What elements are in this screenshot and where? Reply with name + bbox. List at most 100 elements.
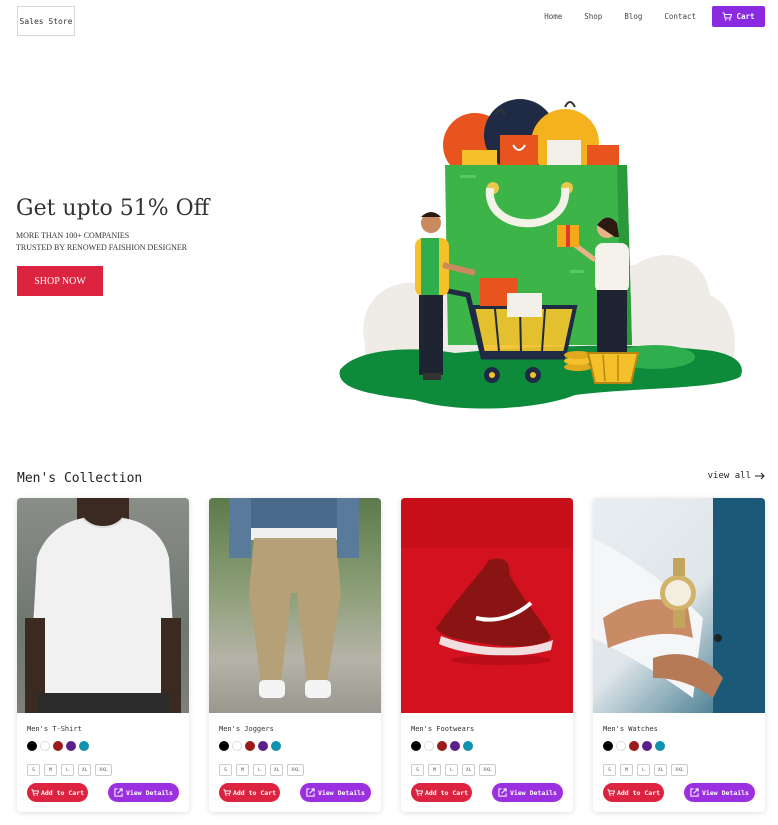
color-swatch[interactable] (258, 741, 268, 751)
view-details-label: View Details (510, 788, 557, 797)
color-swatch[interactable] (27, 741, 37, 751)
cart-icon (31, 789, 39, 796)
view-details-button[interactable]: View Details (492, 783, 563, 802)
size-options: S M L XL XXL (27, 764, 112, 776)
color-swatch[interactable] (437, 741, 447, 751)
color-swatches (603, 741, 665, 751)
external-link-icon (114, 788, 123, 797)
color-swatch[interactable] (450, 741, 460, 751)
view-all-label: view all (707, 471, 751, 481)
size-l[interactable]: L (61, 764, 74, 776)
view-details-button[interactable]: View Details (108, 783, 179, 802)
view-details-button[interactable]: View Details (684, 783, 755, 802)
joggers-art (229, 498, 359, 698)
color-swatch[interactable] (40, 741, 50, 751)
color-swatch[interactable] (616, 741, 626, 751)
nav-blog[interactable]: Blog (624, 12, 642, 21)
add-to-cart-label: Add to Cart (616, 788, 661, 797)
size-s[interactable]: S (603, 764, 616, 776)
color-swatch[interactable] (79, 741, 89, 751)
joggers-photo[interactable] (209, 498, 381, 713)
size-m[interactable]: M (428, 764, 441, 776)
cart-icon (722, 12, 733, 21)
size-xxl[interactable]: XXL (287, 764, 304, 776)
view-details-label: View Details (702, 788, 749, 797)
color-swatch[interactable] (603, 741, 613, 751)
cart-button[interactable]: Cart (712, 5, 765, 27)
sneaker-art (401, 498, 573, 665)
size-options: S M L XL XXL (411, 764, 496, 776)
size-s[interactable]: S (27, 764, 40, 776)
product-name[interactable]: Men's Footwears (411, 725, 474, 733)
arrow-right-icon (755, 472, 765, 480)
hero-subtitle-line-2: TRUSTED BY RENOWED FAISHION DESIGNER (16, 243, 188, 252)
tshirt-art (25, 498, 181, 713)
cart-icon (607, 789, 615, 796)
size-xxl[interactable]: XXL (479, 764, 496, 776)
nav-home[interactable]: Home (544, 12, 562, 21)
size-xl[interactable]: XL (462, 764, 476, 776)
external-link-icon (690, 788, 699, 797)
size-l[interactable]: L (253, 764, 266, 776)
view-all-link[interactable]: view all (708, 471, 765, 481)
size-xxl[interactable]: XXL (671, 764, 688, 776)
external-link-icon (498, 788, 507, 797)
color-swatch[interactable] (53, 741, 63, 751)
add-to-cart-label: Add to Cart (232, 788, 277, 797)
watch-photo[interactable] (593, 498, 765, 713)
color-swatch[interactable] (66, 741, 76, 751)
cart-label: Cart (736, 11, 755, 21)
product-name[interactable]: Men's Watches (603, 725, 658, 733)
color-swatch[interactable] (463, 741, 473, 751)
size-m[interactable]: M (44, 764, 57, 776)
store-logo[interactable]: Sales Store (17, 6, 75, 36)
add-to-cart-button[interactable]: Add to Cart (219, 783, 280, 802)
watch-art (593, 498, 765, 713)
color-swatch[interactable] (232, 741, 242, 751)
size-xl[interactable]: XL (654, 764, 668, 776)
color-swatch[interactable] (245, 741, 255, 751)
product-name[interactable]: Men's Joggers (219, 725, 274, 733)
cart-icon (415, 789, 423, 796)
product-card-joggers[interactable]: Men's Joggers S M L XL XXL Add to Cart V… (209, 498, 381, 812)
add-to-cart-button[interactable]: Add to Cart (27, 783, 88, 802)
color-swatch[interactable] (424, 741, 434, 751)
view-details-button[interactable]: View Details (300, 783, 371, 802)
color-swatches (219, 741, 281, 751)
color-swatch[interactable] (655, 741, 665, 751)
product-card-tshirt[interactable]: Men's T-Shirt S M L XL XXL Add to Cart V… (17, 498, 189, 812)
size-xl[interactable]: XL (270, 764, 284, 776)
size-s[interactable]: S (411, 764, 424, 776)
section-title: Men's Collection (17, 471, 143, 486)
product-card-watches[interactable]: Men's Watches S M L XL XXL Add to Cart V… (593, 498, 765, 812)
size-xxl[interactable]: XXL (95, 764, 112, 776)
white-tshirt-photo[interactable] (17, 498, 189, 713)
color-swatch[interactable] (271, 741, 281, 751)
size-options: S M L XL XXL (603, 764, 688, 776)
hero-subtitle-line-1: MORE THAN 100+ COMPANIES (16, 231, 130, 240)
product-name[interactable]: Men's T-Shirt (27, 725, 82, 733)
size-m[interactable]: M (236, 764, 249, 776)
color-swatches (27, 741, 89, 751)
size-m[interactable]: M (620, 764, 633, 776)
add-to-cart-button[interactable]: Add to Cart (603, 783, 664, 802)
product-card-footwear[interactable]: Men's Footwears S M L XL XXL Add to Cart… (401, 498, 573, 812)
size-s[interactable]: S (219, 764, 232, 776)
nav-shop[interactable]: Shop (584, 12, 602, 21)
color-swatch[interactable] (219, 741, 229, 751)
size-l[interactable]: L (637, 764, 650, 776)
color-swatch[interactable] (411, 741, 421, 751)
size-options: S M L XL XXL (219, 764, 304, 776)
nav-contact[interactable]: Contact (664, 12, 696, 21)
external-link-icon (306, 788, 315, 797)
view-details-label: View Details (126, 788, 173, 797)
shopping-bag-illustration (339, 99, 742, 409)
size-xl[interactable]: XL (78, 764, 92, 776)
color-swatch[interactable] (629, 741, 639, 751)
color-swatch[interactable] (642, 741, 652, 751)
shop-now-button[interactable]: SHOP NOW (17, 266, 103, 296)
red-sneaker-photo[interactable] (401, 498, 573, 713)
add-to-cart-button[interactable]: Add to Cart (411, 783, 472, 802)
add-to-cart-label: Add to Cart (424, 788, 469, 797)
size-l[interactable]: L (445, 764, 458, 776)
